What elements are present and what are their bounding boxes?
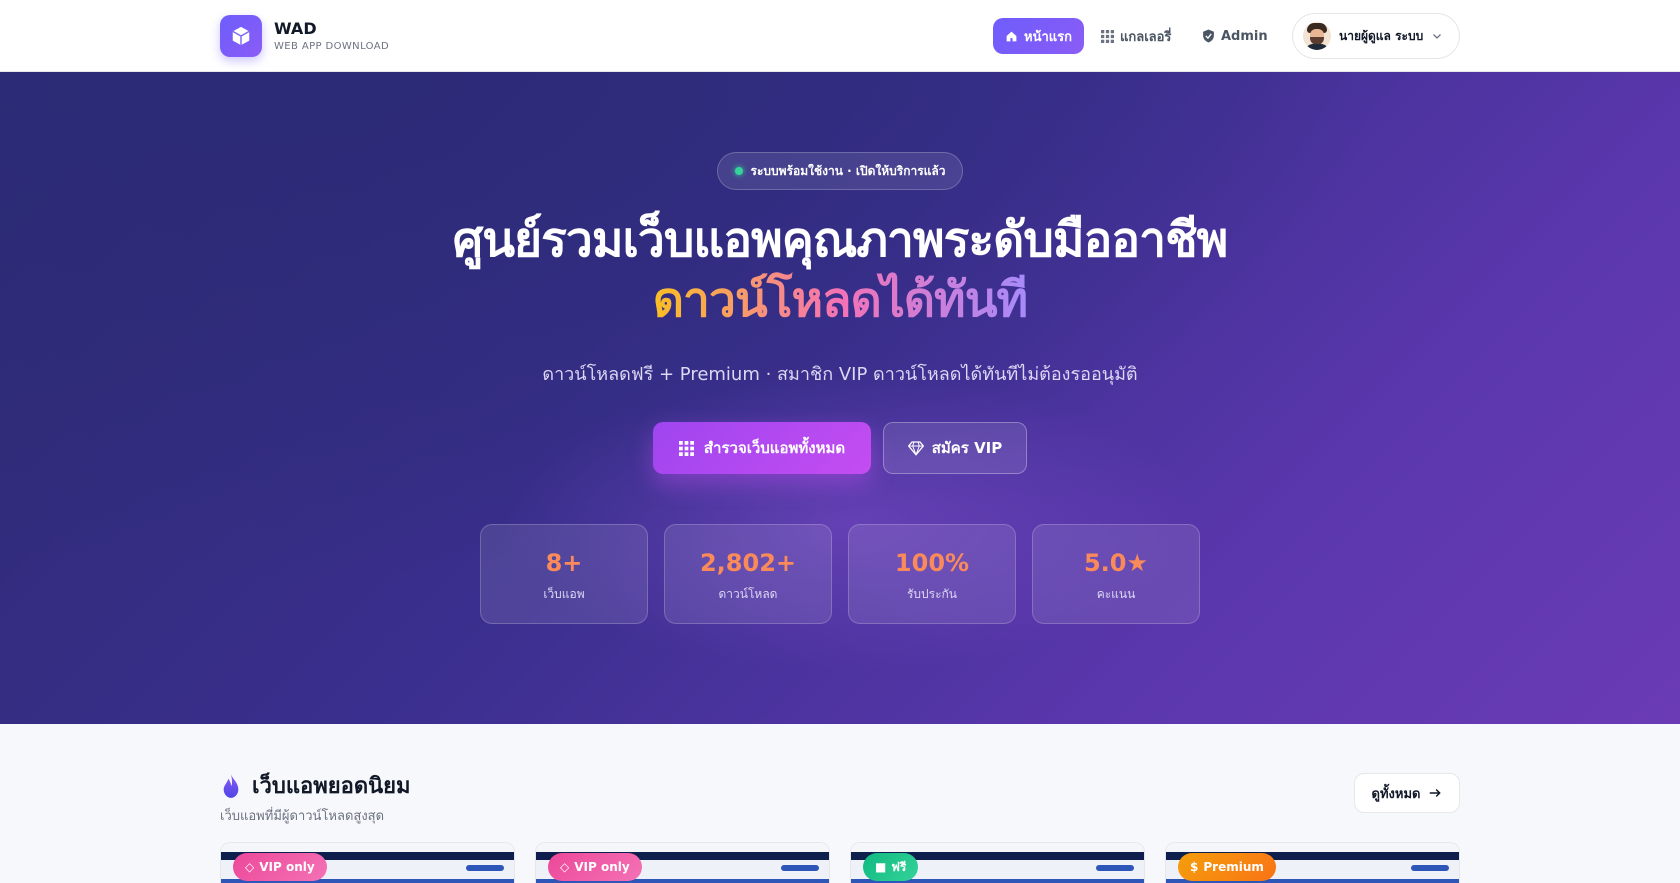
- user-name: นายผู้ดูแล ระบบ: [1339, 28, 1424, 43]
- see-all-label: ดูทั้งหมด: [1371, 786, 1421, 802]
- shield-icon: [1203, 29, 1214, 43]
- stat-card-apps: 8+ เว็บแอพ: [480, 524, 648, 624]
- user-menu-button[interactable]: นายผู้ดูแล ระบบ: [1292, 13, 1460, 59]
- diamond-icon: ◇: [245, 860, 255, 874]
- logo[interactable]: [220, 15, 262, 57]
- stat-value: 100%: [894, 549, 970, 577]
- stat-value: 5.0★: [1083, 549, 1149, 577]
- stat-label: คะแนน: [1096, 587, 1136, 601]
- badge-label: VIP only: [574, 860, 630, 874]
- box-icon: [232, 26, 250, 46]
- stat-card-guarantee: 100% รับประกัน: [848, 524, 1016, 624]
- brand-tagline: WEB APP DOWNLOAD: [274, 41, 390, 52]
- dollar-icon: $: [1190, 860, 1199, 874]
- stat-label: ดาวน์โหลด: [718, 587, 778, 601]
- hero-section: ระบบพร้อมใช้งาน · เปิดให้บริการแล้ว ศูนย…: [0, 72, 1680, 724]
- app-card[interactable]: ◇ VIP only: [220, 842, 515, 883]
- nav-admin-link[interactable]: Admin: [1202, 18, 1268, 54]
- flame-icon: [223, 773, 239, 798]
- badge-label: ฟรี: [891, 859, 907, 874]
- stat-card-rating: 5.0★ คะแนน: [1032, 524, 1200, 624]
- free-badge: ■ ฟรี: [863, 853, 919, 881]
- stat-card-downloads: 2,802+ ดาวน์โหลด: [664, 524, 832, 624]
- section-title: เว็บแอพยอดนิยม: [252, 774, 411, 799]
- join-vip-button[interactable]: สมัคร VIP: [883, 422, 1027, 474]
- app-card[interactable]: $ Premium: [1165, 842, 1460, 883]
- popular-section-header: เว็บแอพยอดนิยม: [220, 768, 411, 803]
- stat-value: 2,802+: [699, 549, 797, 577]
- brand-name: WAD: [274, 19, 317, 38]
- diamond-icon: [907, 441, 924, 456]
- gift-icon: ■: [875, 860, 887, 874]
- stat-label: รับประกัน: [906, 587, 958, 601]
- grid-icon: [678, 440, 694, 456]
- vip-badge: ◇ VIP only: [233, 853, 327, 881]
- nav-home-button[interactable]: หน้าแรก: [993, 18, 1084, 54]
- app-card[interactable]: ■ ฟรี: [850, 842, 1145, 883]
- status-badge: ระบบพร้อมใช้งาน · เปิดให้บริการแล้ว: [717, 152, 963, 190]
- nav-gallery-link[interactable]: แกลเลอรี่: [1101, 18, 1171, 54]
- explore-all-label: สำรวจเว็บแอพทั้งหมด: [703, 439, 846, 457]
- hero-title-accent: ดาวน์โหลดได้ทันที: [0, 268, 1680, 332]
- join-vip-label: สมัคร VIP: [931, 439, 1003, 457]
- status-text: ระบบพร้อมใช้งาน · เปิดให้บริการแล้ว: [750, 163, 946, 178]
- avatar: [1303, 22, 1331, 50]
- chevron-down-icon: [1433, 34, 1442, 39]
- vip-badge: ◇ VIP only: [548, 853, 642, 881]
- see-all-button[interactable]: ดูทั้งหมด: [1354, 773, 1460, 813]
- premium-badge: $ Premium: [1178, 853, 1276, 881]
- app-card[interactable]: ◇ VIP only: [535, 842, 830, 883]
- top-navbar: WAD WEB APP DOWNLOAD หน้าแรก แกลเลอรี่ A…: [0, 0, 1680, 72]
- hero-subtitle: ดาวน์โหลดฟรี + Premium · สมาชิก VIP ดาวน…: [542, 364, 1138, 385]
- hero-title-accent-text: ดาวน์โหลดได้ทันที: [652, 272, 1028, 328]
- diamond-icon: ◇: [560, 860, 570, 874]
- badge-label: Premium: [1203, 860, 1264, 874]
- section-subtitle: เว็บแอพที่มีผู้ดาวน์โหลดสูงสุด: [220, 809, 385, 824]
- status-dot-icon: [734, 167, 743, 175]
- stat-label: เว็บแอพ: [543, 587, 585, 601]
- grid-icon: [1101, 29, 1114, 43]
- nav-gallery-label: แกลเลอรี่: [1120, 29, 1172, 45]
- arrow-right-icon: [1430, 788, 1442, 798]
- hero-title: ศูนย์รวมเว็บแอพคุณภาพระดับมืออาชีพ: [452, 212, 1229, 268]
- nav-admin-label: Admin: [1221, 28, 1268, 44]
- stat-value: 8+: [545, 549, 583, 577]
- home-icon: [1006, 31, 1017, 41]
- hero-glow: [500, 372, 1200, 672]
- explore-all-button[interactable]: สำรวจเว็บแอพทั้งหมด: [653, 422, 871, 474]
- nav-home-label: หน้าแรก: [1024, 29, 1072, 45]
- badge-label: VIP only: [259, 860, 315, 874]
